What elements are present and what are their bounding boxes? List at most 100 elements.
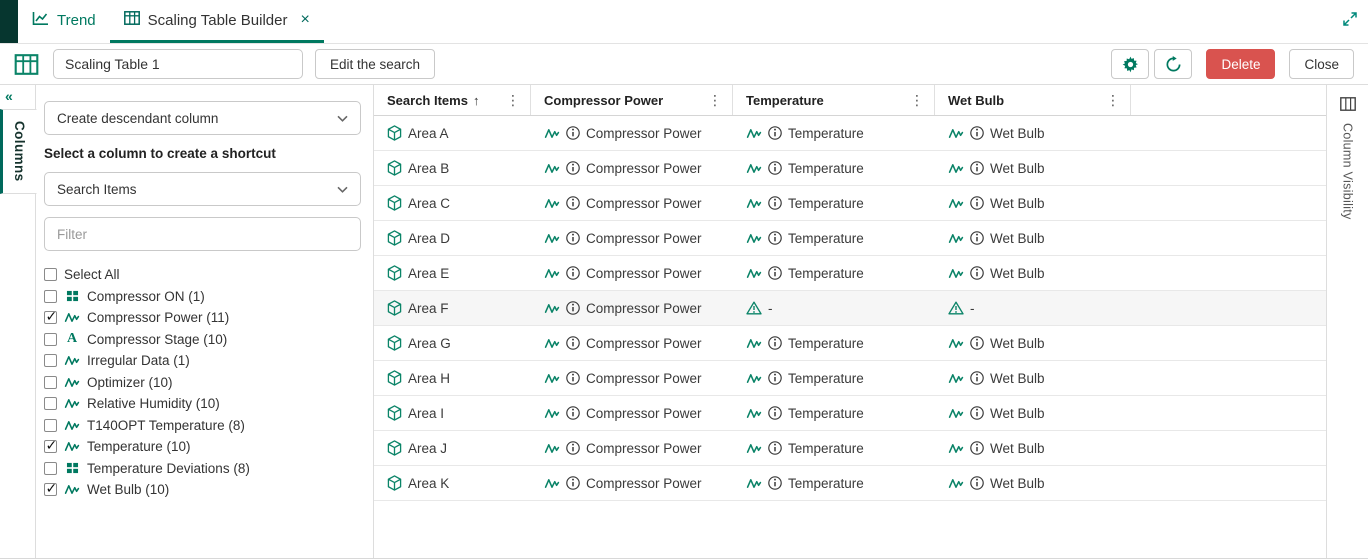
cell-temperature[interactable]: Temperature (733, 116, 935, 150)
refresh-button[interactable] (1154, 49, 1192, 79)
kebab-menu-icon[interactable]: ⋮ (703, 92, 727, 109)
cell-search-item[interactable]: Area K (374, 466, 531, 500)
checkbox[interactable] (44, 376, 57, 389)
cell-search-item[interactable]: Area H (374, 361, 531, 395)
table-row[interactable]: Area K Compressor Power (374, 466, 1326, 501)
cell-compressor-power[interactable]: Compressor Power (531, 466, 733, 500)
cell-compressor-power[interactable]: Compressor Power (531, 151, 733, 185)
cell-compressor-power[interactable]: Compressor Power (531, 221, 733, 255)
header-search-items[interactable]: Search Items ↑ ⋮ (374, 85, 531, 115)
info-icon[interactable] (768, 266, 782, 280)
table-row[interactable]: Area E Compressor Power (374, 256, 1326, 291)
cell-compressor-power[interactable]: Compressor Power (531, 396, 733, 430)
info-icon[interactable] (566, 476, 580, 490)
cell-compressor-power[interactable]: Compressor Power (531, 326, 733, 360)
cell-temperature[interactable]: Temperature (733, 326, 935, 360)
table-name-input[interactable] (53, 49, 303, 79)
info-icon[interactable] (566, 126, 580, 140)
column-checkbox-row[interactable]: Compressor ON (1) (44, 287, 361, 306)
info-icon[interactable] (566, 406, 580, 420)
cell-temperature[interactable]: Temperature (733, 151, 935, 185)
checkbox[interactable] (44, 462, 57, 475)
info-icon[interactable] (566, 301, 580, 315)
cell-search-item[interactable]: Area D (374, 221, 531, 255)
table-row[interactable]: Area C Compressor Power (374, 186, 1326, 221)
info-icon[interactable] (970, 476, 984, 490)
column-checkbox-row[interactable]: Temperature Deviations (8) (44, 459, 361, 478)
table-row[interactable]: Area I Compressor Power (374, 396, 1326, 431)
column-checkbox-row[interactable]: Wet Bulb (10) (44, 480, 361, 499)
checkbox[interactable] (44, 419, 57, 432)
table-row[interactable]: Area D Compressor Power (374, 221, 1326, 256)
cell-temperature[interactable]: Temperature (733, 361, 935, 395)
info-icon[interactable] (768, 406, 782, 420)
info-icon[interactable] (566, 231, 580, 245)
info-icon[interactable] (768, 476, 782, 490)
cell-wet-bulb[interactable]: Wet Bulb (935, 221, 1131, 255)
checkbox[interactable] (44, 354, 57, 367)
select-all-checkbox-row[interactable]: Select All (44, 265, 361, 284)
cell-wet-bulb[interactable]: Wet Bulb (935, 256, 1131, 290)
column-checkbox-row[interactable]: Compressor Stage (10) (44, 330, 361, 349)
info-icon[interactable] (768, 336, 782, 350)
header-temperature[interactable]: Temperature ⋮ (733, 85, 935, 115)
close-button[interactable]: Close (1289, 49, 1354, 79)
columns-panel-tab[interactable]: Columns (0, 109, 37, 194)
cell-temperature[interactable]: Temperature (733, 221, 935, 255)
cell-temperature[interactable]: Temperature (733, 431, 935, 465)
info-icon[interactable] (970, 336, 984, 350)
checkbox[interactable] (44, 333, 57, 346)
info-icon[interactable] (970, 161, 984, 175)
header-wet-bulb[interactable]: Wet Bulb ⋮ (935, 85, 1131, 115)
info-icon[interactable] (768, 161, 782, 175)
table-row[interactable]: Area B Compressor Power (374, 151, 1326, 186)
settings-button[interactable] (1111, 49, 1149, 79)
cell-wet-bulb[interactable]: Wet Bulb (935, 116, 1131, 150)
info-icon[interactable] (566, 161, 580, 175)
column-visibility-icon[interactable] (1340, 97, 1356, 111)
cell-wet-bulb[interactable]: Wet Bulb (935, 431, 1131, 465)
info-icon[interactable] (970, 406, 984, 420)
info-icon[interactable] (566, 266, 580, 280)
column-checkbox-row[interactable]: Optimizer (10) (44, 373, 361, 392)
checkbox[interactable] (44, 483, 57, 496)
info-icon[interactable] (566, 371, 580, 385)
cell-compressor-power[interactable]: Compressor Power (531, 186, 733, 220)
kebab-menu-icon[interactable]: ⋮ (1101, 92, 1125, 109)
checkbox[interactable] (44, 268, 57, 281)
table-row[interactable]: Area A Compressor Power (374, 116, 1326, 151)
cell-search-item[interactable]: Area B (374, 151, 531, 185)
info-icon[interactable] (768, 231, 782, 245)
info-icon[interactable] (970, 266, 984, 280)
edit-search-button[interactable]: Edit the search (315, 49, 435, 79)
info-icon[interactable] (768, 371, 782, 385)
cell-temperature[interactable]: Temperature (733, 256, 935, 290)
cell-wet-bulb[interactable]: - (935, 291, 1131, 325)
info-icon[interactable] (566, 441, 580, 455)
cell-search-item[interactable]: Area G (374, 326, 531, 360)
info-icon[interactable] (970, 371, 984, 385)
cell-compressor-power[interactable]: Compressor Power (531, 256, 733, 290)
checkbox[interactable] (44, 311, 57, 324)
info-icon[interactable] (768, 441, 782, 455)
close-tab-icon[interactable]: × (300, 12, 309, 28)
info-icon[interactable] (768, 196, 782, 210)
cell-temperature[interactable]: Temperature (733, 466, 935, 500)
cell-wet-bulb[interactable]: Wet Bulb (935, 466, 1131, 500)
table-row[interactable]: Area J Compressor Power (374, 431, 1326, 466)
cell-temperature[interactable]: Temperature (733, 186, 935, 220)
info-icon[interactable] (768, 126, 782, 140)
column-checkbox-row[interactable]: Compressor Power (11) (44, 308, 361, 327)
tab-trend[interactable]: Trend (18, 0, 110, 43)
column-source-dropdown[interactable]: Search Items (44, 172, 361, 206)
checkbox[interactable] (44, 290, 57, 303)
column-checkbox-row[interactable]: Relative Humidity (10) (44, 394, 361, 413)
expand-icon[interactable] (1343, 12, 1357, 26)
cell-compressor-power[interactable]: Compressor Power (531, 291, 733, 325)
column-checkbox-row[interactable]: Irregular Data (1) (44, 351, 361, 370)
info-icon[interactable] (970, 126, 984, 140)
kebab-menu-icon[interactable]: ⋮ (905, 92, 929, 109)
cell-search-item[interactable]: Area I (374, 396, 531, 430)
cell-search-item[interactable]: Area J (374, 431, 531, 465)
sort-asc-icon[interactable]: ↑ (473, 93, 480, 108)
